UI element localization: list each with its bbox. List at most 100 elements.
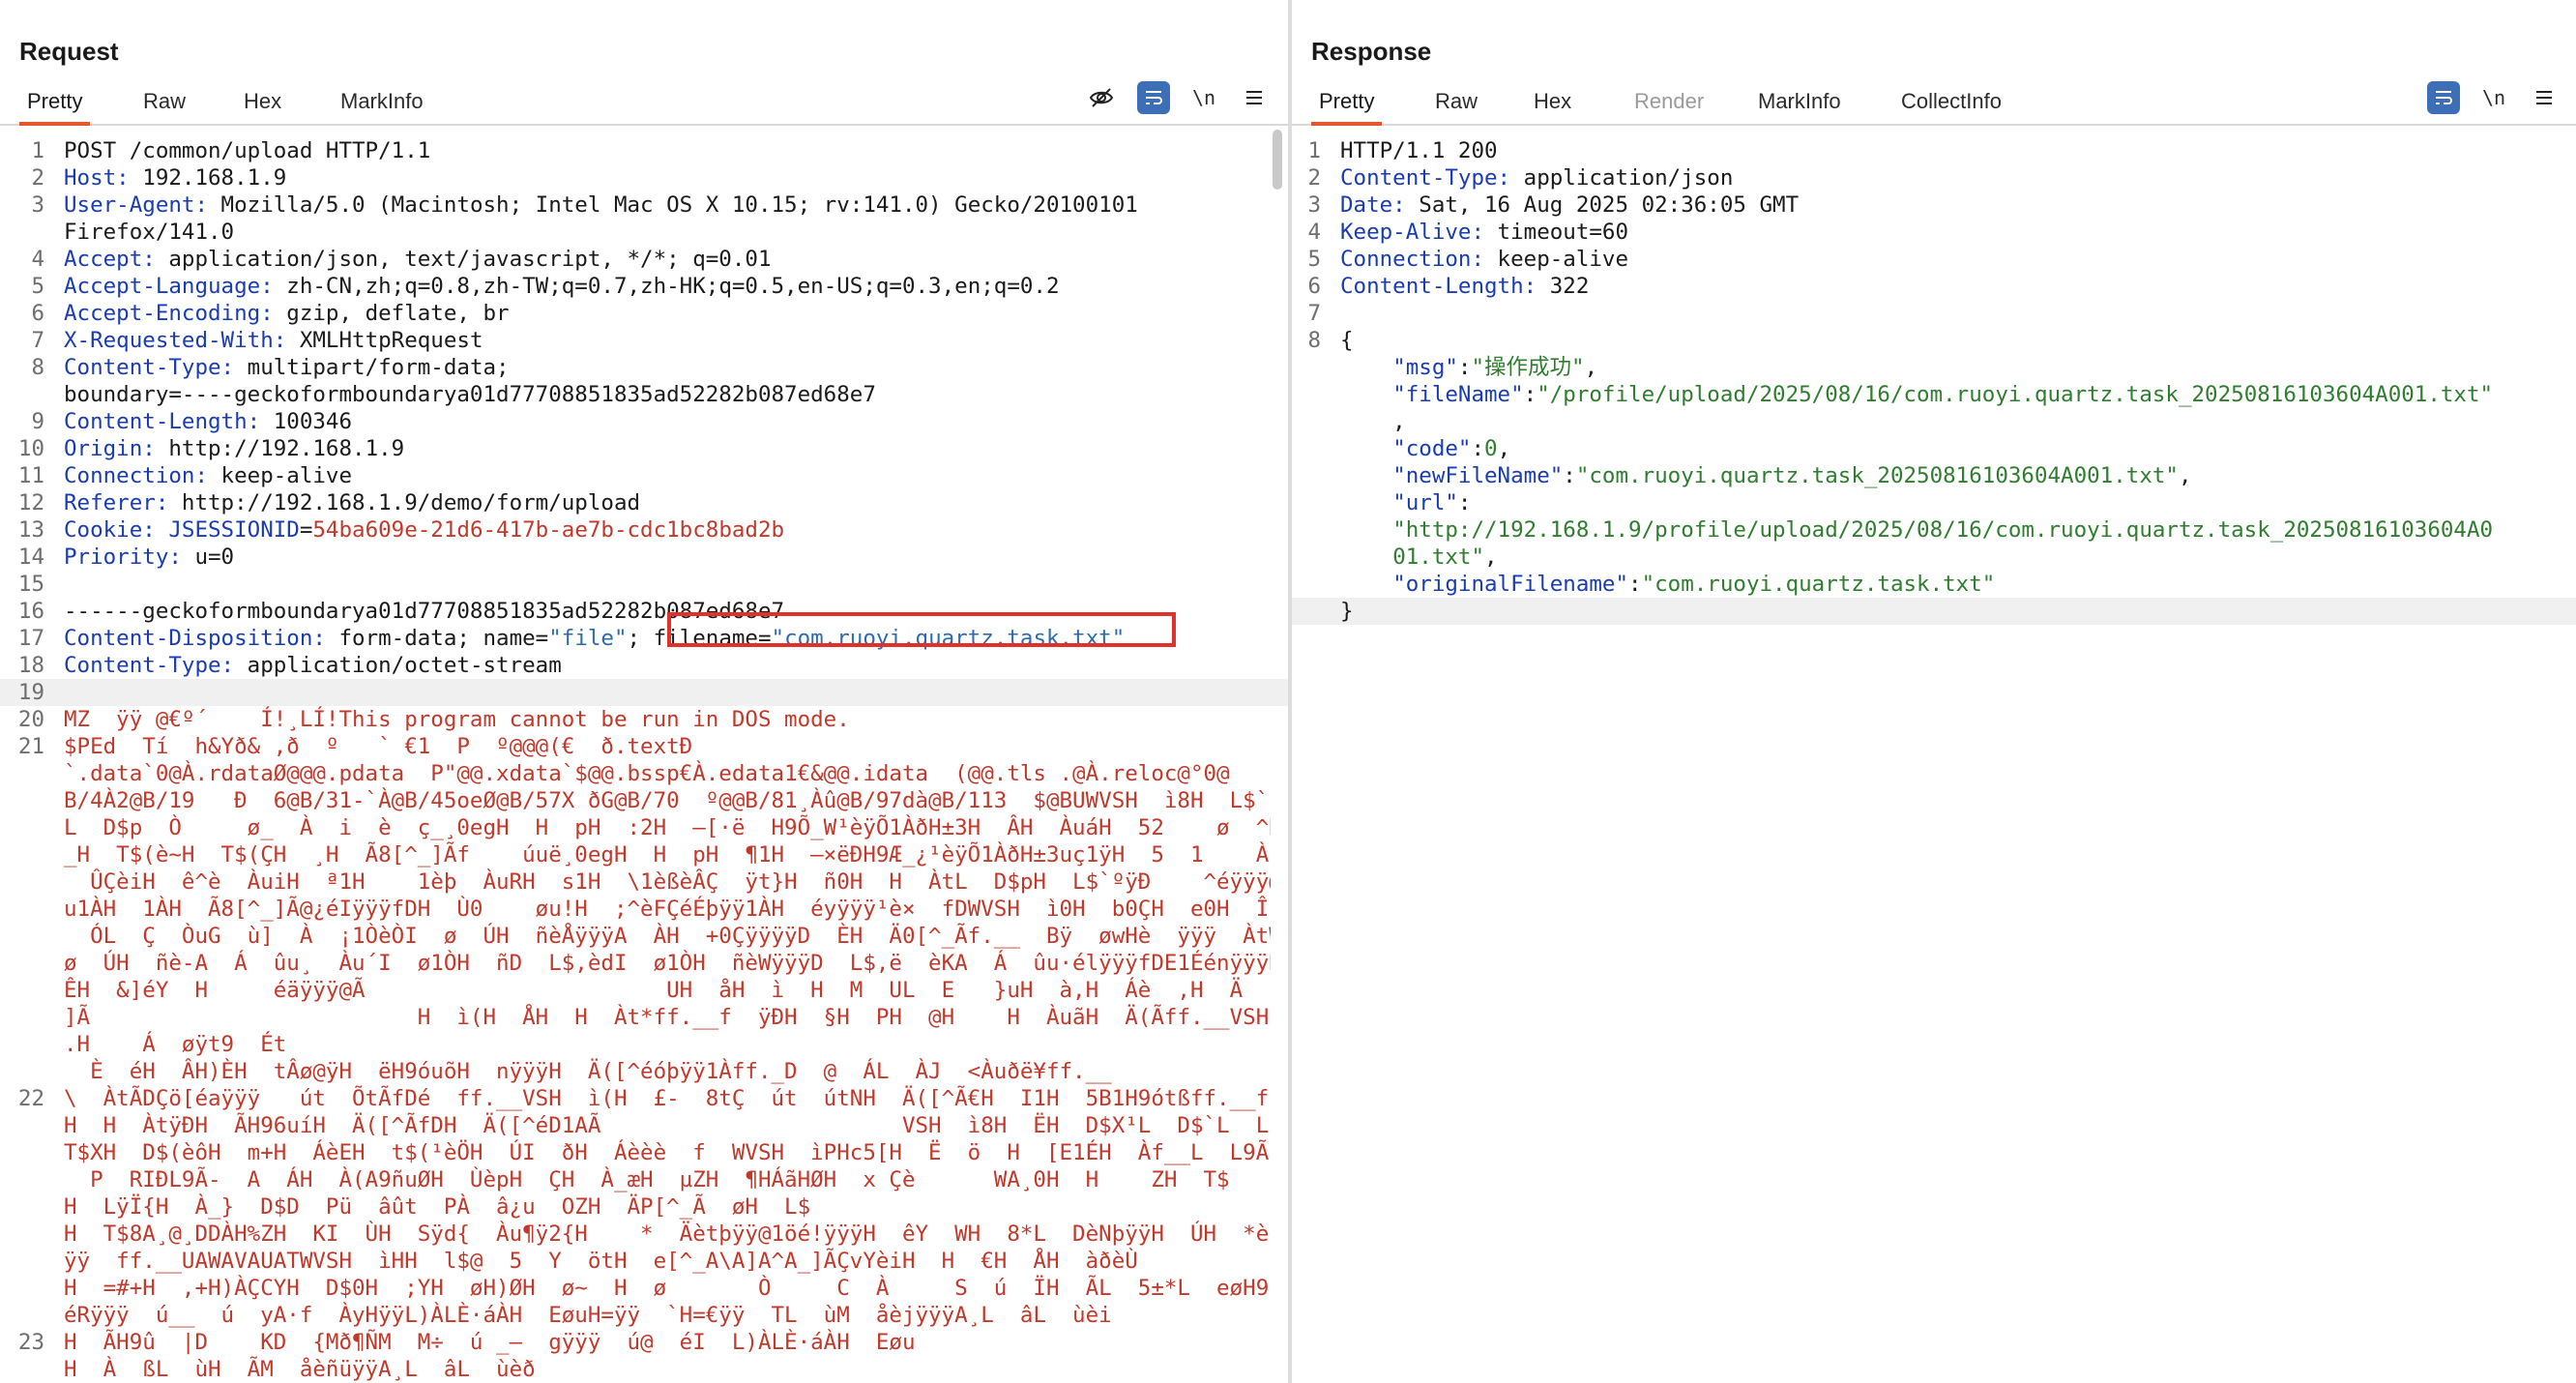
newline-icon[interactable]: \n	[2477, 81, 2510, 114]
line-content: $PEd Tí h&Yð& ,ð º ` €1 P º@@@(€ ð.textÐ	[64, 733, 1271, 760]
line-content: H À ßL ùH ÃM åèñüÿÿA¸L âL ùèð	[64, 1356, 1271, 1383]
line-number: 18	[17, 653, 44, 678]
line-number: 3	[31, 192, 44, 218]
line-content: .H Á øÿt9 Ét	[64, 1031, 1271, 1058]
code-token: ÿÿ ff.__UAWAVAUATWVSH ìHH l$@ 5 Y ötH e[…	[64, 1249, 1138, 1274]
request-editor[interactable]: 1 POST /common/upload HTTP/1.1 2 Host: 192.…	[0, 130, 1288, 1383]
code-line: 1 HTTP/1.1 200	[1292, 137, 2576, 164]
request-title: Request	[19, 37, 119, 66]
request-tab-raw[interactable]: Raw	[135, 89, 193, 122]
code-token: JSESSIONID	[168, 517, 300, 543]
code-line: ,	[1292, 408, 2576, 435]
line-content: "code":0,	[1340, 435, 2559, 462]
code-line: ÓL Ç ÒuG ù] À ¡1ÒèÒI ø ÚH ñèÅÿÿÿA ÀH +0Ç…	[0, 923, 1288, 950]
wrap-icon[interactable]	[2427, 81, 2460, 114]
line-content: T$XH D$(èôH m+H ÁèEH t$(¹èÖH ÚI ðH Áèèè …	[64, 1139, 1271, 1166]
line-number: 4	[1307, 220, 1321, 245]
code-token: H =#+H ,+H)ÀÇCYH D$0H ;YH øH)ØH ø~ H ø Ò…	[64, 1276, 1271, 1301]
code-token: H H ÀtÿÐH ÃH96uíH Ä([^ÃfDH Ä([^éD1AÃ VSH…	[64, 1113, 1271, 1138]
line-number: 12	[17, 490, 44, 515]
code-token: _H T$(è~H T$(ÇH ¸H Ã8[^_]Ãf úuë¸0egH H p…	[64, 842, 1270, 868]
code-token: application/json, text/javascript, */*; …	[155, 247, 772, 272]
code-token: Content-Type:	[1340, 165, 1511, 191]
code-token: :	[1628, 572, 1642, 597]
code-token: H À ßL ùH ÃM åèñüÿÿA¸L âL ùèð	[64, 1357, 536, 1382]
response-title: Response	[1311, 37, 1432, 66]
line-content: "originalFilename":"com.ruoyi.quartz.tas…	[1340, 571, 2559, 598]
code-line: H =#+H ,+H)ÀÇCYH D$0H ;YH øH)ØH ø~ H ø Ò…	[0, 1275, 1288, 1302]
code-token: H T$8A¸@¸DDÀH%ZH KI ÙH Sÿd{ Àu¶ÿ2{H * Äè…	[64, 1221, 1271, 1247]
code-token: ÊH &]éY H éäÿÿÿ@Ã UH åH ì H M UL E }uH à…	[64, 978, 1244, 1003]
code-token: ,	[1584, 355, 1598, 380]
code-token: ø ÚH ñè-A Á ûu¸ Àu´I ø1ÒH ñD L$,èdI ø1ÒH…	[64, 951, 1271, 976]
code-token: form-data; name=	[325, 626, 549, 651]
code-line: 11 Connection: keep-alive	[0, 462, 1288, 489]
line-content: ø ÚH ñè-A Á ûu¸ Àu´I ø1ÒH ñD L$,èdI ø1ÒH…	[64, 950, 1271, 977]
code-token: éRÿÿÿ ú__ ú yA·f ÀyHÿÿL)ÀLÈ·áÀH EøuH=ÿÿ …	[64, 1303, 1112, 1328]
response-tab-raw[interactable]: Raw	[1427, 89, 1485, 122]
code-line: "originalFilename":"com.ruoyi.quartz.tas…	[1292, 571, 2576, 598]
line-number: 1	[31, 138, 44, 163]
code-token: Connection:	[1340, 247, 1485, 272]
code-token: keep-alive	[1484, 247, 1629, 272]
code-token: Content-Length:	[64, 409, 261, 434]
code-token: L D$p Ò ø_ À i è ç_¸0egH H pH :2H –[·ë H…	[64, 815, 1271, 840]
code-line: _H T$(è~H T$(ÇH ¸H Ã8[^_]Ãf úuë¸0egH H p…	[0, 841, 1288, 868]
code-line: ]Ã H ì(H ÅH H Àt*ff.__f ÿÐH §H PH @H H À…	[0, 1004, 1288, 1031]
code-token: "file"	[548, 626, 628, 651]
code-token: X-Requested-With:	[64, 328, 287, 353]
wrap-icon[interactable]	[1137, 81, 1170, 114]
code-token: multipart/form-data;	[234, 355, 510, 380]
request-scrollbar[interactable]	[1273, 130, 1282, 190]
code-token: ,	[2178, 463, 2192, 488]
code-token: "http://192.168.1.9/profile/upload/2025/…	[1392, 517, 2494, 543]
code-token: ÓL Ç ÒuG ù] À ¡1ÒèÒI ø ÚH ñèÅÿÿÿA ÀH +0Ç…	[64, 924, 1271, 949]
line-content: {	[1340, 327, 2559, 354]
code-token: ,	[1340, 409, 1406, 434]
response-tab-render[interactable]: Render	[1626, 89, 1712, 122]
code-line: "url":	[1292, 489, 2576, 516]
line-content: Keep-Alive: timeout=60	[1340, 219, 2559, 246]
response-tab-collectinfo[interactable]: CollectInfo	[1893, 89, 2009, 122]
code-token: application/octet-stream	[234, 653, 562, 678]
line-content: ÿÿ ff.__UAWAVAUATWVSH ìHH l$@ 5 Y ötH e[…	[64, 1248, 1271, 1275]
line-content: ÊH &]éY H éäÿÿÿ@Ã UH åH ì H M UL E }uH à…	[64, 977, 1271, 1004]
line-content: ]Ã H ì(H ÅH H Àt*ff.__f ÿÐH §H PH @H H À…	[64, 1004, 1271, 1031]
response-editor[interactable]: 1 HTTP/1.1 200 2 Content-Type: application/…	[1292, 130, 2576, 1383]
code-token: u=0	[181, 544, 235, 570]
code-token: Referer:	[64, 490, 169, 515]
code-line: 01.txt",	[1292, 544, 2576, 571]
code-token: "msg"	[1392, 355, 1458, 380]
code-token: http://192.168.1.9/demo/form/upload	[168, 490, 641, 515]
line-number: 9	[31, 409, 44, 434]
code-token: "code"	[1392, 436, 1472, 461]
code-line: .H Á øÿt9 Ét	[0, 1031, 1288, 1058]
code-token: boundary=----geckoformboundarya01d777088…	[64, 382, 876, 407]
request-tab-pretty[interactable]: Pretty	[19, 89, 91, 126]
response-tab-pretty[interactable]: Pretty	[1311, 89, 1383, 126]
menu-icon[interactable]	[1238, 81, 1271, 114]
code-token: :	[1457, 490, 1472, 515]
response-tab-markinfo[interactable]: MarkInfo	[1750, 89, 1849, 122]
request-tab-hex[interactable]: Hex	[236, 89, 289, 122]
eye-slash-icon[interactable]	[1085, 81, 1118, 114]
menu-icon[interactable]	[2528, 81, 2561, 114]
newline-icon[interactable]: \n	[1187, 81, 1220, 114]
line-number: 5	[31, 274, 44, 299]
code-line: ø ÚH ñè-A Á ûu¸ Àu´I ø1ÒH ñD L$,èdI ø1ÒH…	[0, 950, 1288, 977]
response-tab-hex[interactable]: Hex	[1526, 89, 1579, 122]
code-token: ,	[1497, 436, 1511, 461]
code-line: 6 Accept-Encoding: gzip, deflate, br	[0, 300, 1288, 327]
line-content: "msg":"操作成功",	[1340, 354, 2559, 381]
request-tab-markinfo[interactable]: MarkInfo	[333, 89, 431, 122]
line-number: 8	[31, 355, 44, 380]
line-content: H H ÀtÿÐH ÃH96uíH Ä([^ÃfDH Ä([^éD1AÃ VSH…	[64, 1112, 1271, 1139]
code-line: 19	[0, 679, 1288, 706]
line-number: 6	[31, 301, 44, 326]
code-token: {	[1340, 328, 1354, 353]
code-token: Cookie:	[64, 517, 156, 543]
line-content: Connection: keep-alive	[64, 462, 1271, 489]
